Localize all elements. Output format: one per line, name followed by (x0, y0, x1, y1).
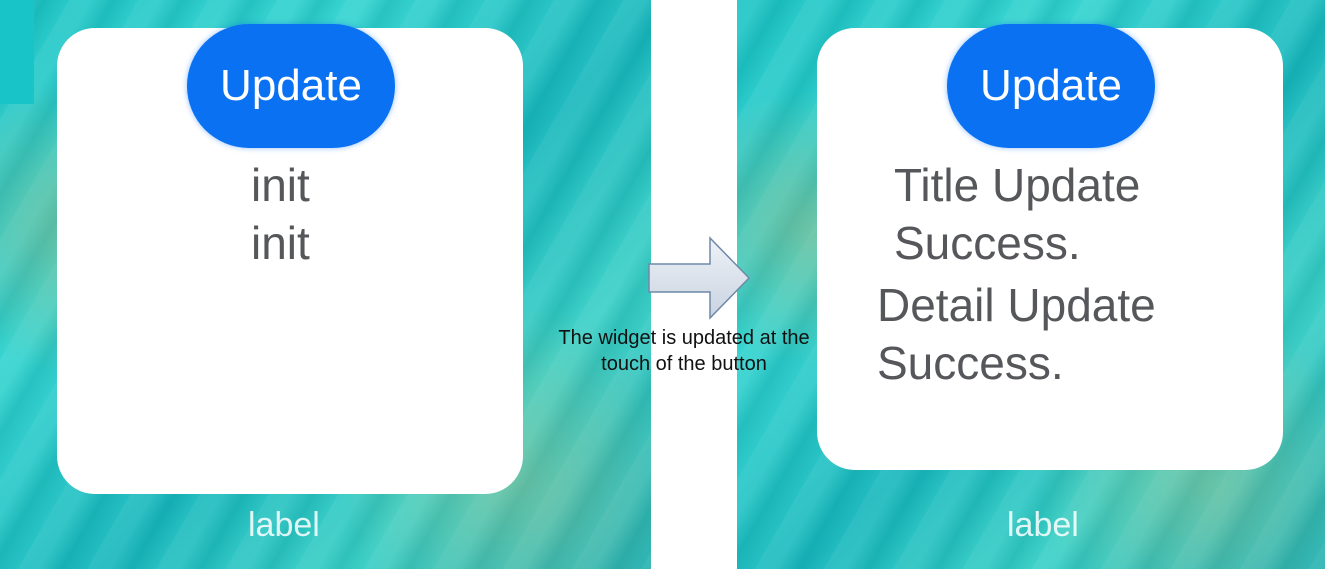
title-text: init (251, 159, 310, 211)
widget-label: label (248, 506, 320, 544)
widget-label: label (1007, 506, 1079, 544)
update-button[interactable]: Update (947, 24, 1155, 148)
right-arrow-icon (648, 236, 751, 320)
update-button[interactable]: Update (187, 24, 395, 148)
detail-text: init (251, 217, 310, 269)
widget-before-panel: Update init init label (0, 0, 651, 569)
corner-tab (0, 0, 34, 104)
widget-card-before: Update init init (57, 24, 523, 494)
title-text: Title Update Success. (894, 159, 1141, 269)
caption-text: The widget is updated at the touch of th… (558, 327, 810, 375)
widget-after-panel: Update Title Update Success. Detail Upda… (737, 0, 1325, 569)
widget-card-after: Update Title Update Success. Detail Upda… (817, 24, 1283, 470)
detail-text: Detail Update Success. (877, 279, 1156, 389)
